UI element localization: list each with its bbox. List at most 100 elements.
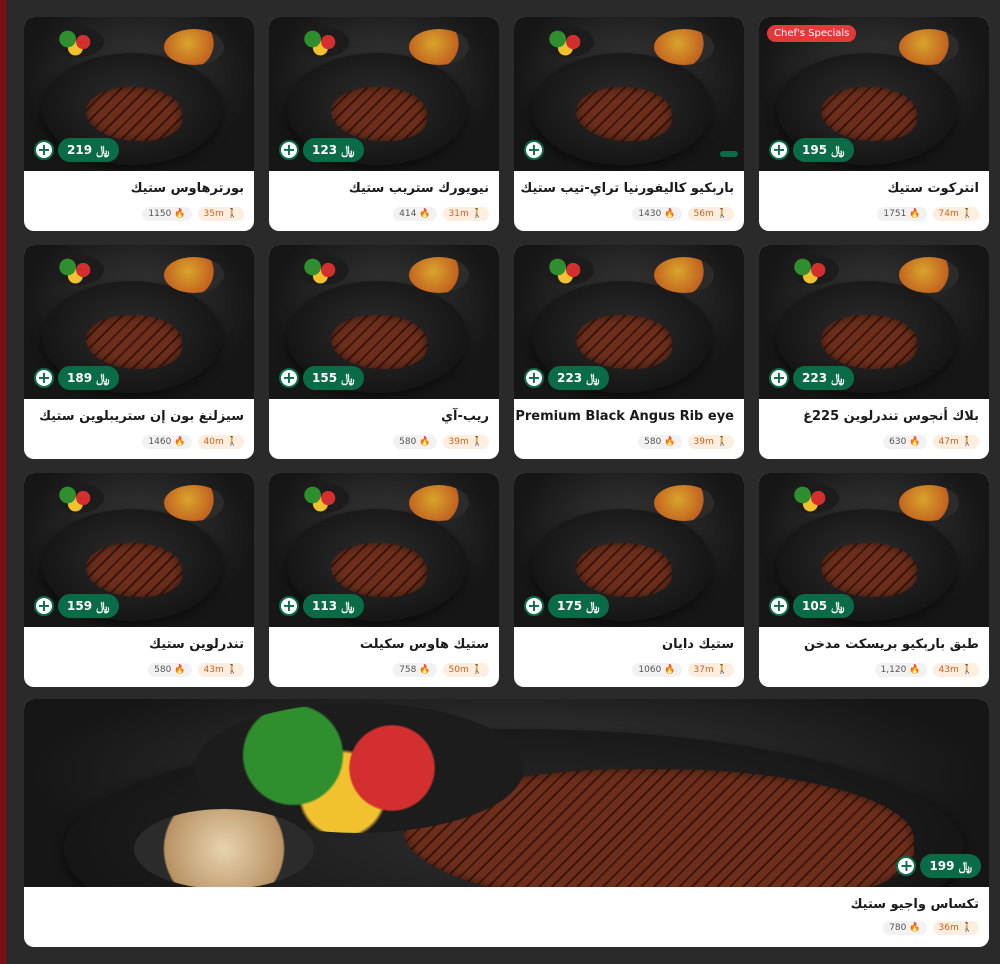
add-button[interactable]: + — [769, 368, 789, 388]
dish-meta: 74m 🚶 1751 🔥 — [877, 207, 979, 221]
price-value: 113 — [312, 599, 338, 613]
currency-icon: ﷼ — [341, 142, 355, 157]
dish-meta: 40m 🚶 1460 🔥 — [142, 435, 244, 449]
add-button[interactable]: + — [279, 368, 299, 388]
calories: 630 — [889, 437, 907, 447]
calories: 1460 — [148, 437, 172, 447]
featured-menu-card[interactable]: + 199 ﷼ تكساس واجيو ستيك 36m 🚶 780 🔥 — [24, 699, 989, 947]
calorie-badge: 580 🔥 — [148, 663, 192, 677]
time-badge: 74m 🚶 — [932, 207, 979, 221]
dish-name: تندرلوين ستيك — [149, 637, 244, 652]
price-badge: + 219 ﷼ — [34, 137, 119, 163]
time-badge: 43m 🚶 — [932, 663, 979, 677]
dish-name: بلاك أنجوس تندرلوين 225غ — [803, 409, 979, 424]
prep-time: 43m — [938, 665, 959, 675]
menu-card[interactable]: + 113 ﷼ ستيك هاوس سكيلت 50m 🚶 758 🔥 — [269, 473, 499, 687]
prep-time: 39m — [448, 437, 469, 447]
menu-card[interactable]: + 123 ﷼ نيويورك ستريب ستيك 31m 🚶 414 🔥 — [269, 17, 499, 231]
image-carousel-indicator[interactable] — [720, 151, 738, 157]
menu-card[interactable]: + 219 ﷼ بورترهاوس ستيك 35m 🚶 1150 🔥 — [24, 17, 254, 231]
menu-card[interactable]: + 223 ﷼ Premium Black Angus Rib eye 39m 🚶… — [514, 245, 744, 459]
price-badge: + 123 ﷼ — [279, 137, 364, 163]
add-button[interactable]: + — [34, 140, 54, 160]
menu-card[interactable]: + 223 ﷼ بلاك أنجوس تندرلوين 225غ 47m 🚶 63… — [759, 245, 989, 459]
add-button[interactable]: + — [34, 596, 54, 616]
currency-icon: ﷼ — [831, 142, 845, 157]
dish-image: + 159 ﷼ — [24, 473, 254, 627]
calories: 780 — [889, 923, 907, 933]
calorie-badge: 414 🔥 — [393, 207, 437, 221]
dish-image: + 223 ﷼ — [514, 245, 744, 399]
prep-time: 35m — [203, 209, 224, 219]
calorie-badge: 1460 🔥 — [142, 435, 192, 449]
price-value: 199 — [929, 859, 955, 873]
dish-name: انتركوت ستيك — [887, 181, 979, 196]
dish-meta: 35m 🚶 1150 🔥 — [142, 207, 244, 221]
add-button[interactable]: + — [769, 140, 789, 160]
dish-meta: 50m 🚶 758 🔥 — [393, 663, 489, 677]
add-button[interactable]: + — [769, 596, 789, 616]
dish-name: ريب-آي — [441, 409, 489, 424]
menu-card[interactable]: + 105 ﷼ طبق باربكيو بريسكت مدخن 43m 🚶 1,1… — [759, 473, 989, 687]
menu-card[interactable]: + 155 ﷼ ريب-آي 39m 🚶 580 🔥 — [269, 245, 499, 459]
dish-name: بورترهاوس ستيك — [130, 181, 244, 196]
price-badge: + 195 ﷼ — [769, 137, 854, 163]
dish-name: ستيك دايان — [661, 637, 734, 652]
menu-card[interactable]: + 189 ﷼ سيزلنغ بون إن ستريبلوين ستيك 40m… — [24, 245, 254, 459]
add-button[interactable]: + — [524, 368, 544, 388]
add-button[interactable]: + — [279, 596, 299, 616]
add-button[interactable]: + — [279, 140, 299, 160]
prep-time: 50m — [448, 665, 469, 675]
walk-icon: 🚶 — [226, 437, 238, 447]
dish-name: Premium Black Angus Rib eye — [515, 409, 734, 424]
dish-image: + 199 ﷼ — [24, 699, 989, 887]
calorie-badge: 1060 🔥 — [632, 663, 682, 677]
calories: 580 — [399, 437, 417, 447]
dish-name: سيزلنغ بون إن ستريبلوين ستيك — [39, 409, 244, 424]
add-button[interactable]: + — [34, 368, 54, 388]
calorie-badge: 1430 🔥 — [632, 207, 682, 221]
walk-icon: 🚶 — [471, 209, 483, 219]
dish-name: نيويورك ستريب ستيك — [348, 181, 489, 196]
price-badge: + 113 ﷼ — [279, 593, 364, 619]
walk-icon: 🚶 — [226, 209, 238, 219]
price-value: 105 — [802, 599, 828, 613]
price-badge: + 159 ﷼ — [34, 593, 119, 619]
menu-card[interactable]: Chef's Specials + 195 ﷼ انتركوت ستيك 74m… — [759, 17, 989, 231]
add-button[interactable]: + — [896, 856, 917, 876]
calories: 758 — [399, 665, 417, 675]
price-badge: + 105 ﷼ — [769, 593, 854, 619]
price-badge: + — [524, 137, 548, 163]
time-badge: 37m 🚶 — [687, 663, 734, 677]
calories: 1060 — [638, 665, 662, 675]
flame-icon: 🔥 — [174, 665, 186, 675]
dish-image: Chef's Specials + 195 ﷼ — [759, 17, 989, 171]
flame-icon: 🔥 — [664, 209, 676, 219]
dish-meta: 56m 🚶 1430 🔥 — [632, 207, 734, 221]
walk-icon: 🚶 — [716, 437, 728, 447]
prep-time: 39m — [693, 437, 714, 447]
dish-meta: 47m 🚶 630 🔥 — [883, 435, 979, 449]
time-badge: 39m 🚶 — [687, 435, 734, 449]
calories: 1430 — [638, 209, 662, 219]
currency-icon: ﷼ — [586, 370, 600, 385]
dish-meta: 31m 🚶 414 🔥 — [393, 207, 489, 221]
currency-icon: ﷼ — [341, 370, 355, 385]
walk-icon: 🚶 — [961, 923, 973, 933]
flame-icon: 🔥 — [909, 665, 921, 675]
menu-card[interactable]: + 175 ﷼ ستيك دايان 37m 🚶 1060 🔥 — [514, 473, 744, 687]
menu-card[interactable]: + 159 ﷼ تندرلوين ستيك 43m 🚶 580 🔥 — [24, 473, 254, 687]
time-badge: 39m 🚶 — [442, 435, 489, 449]
menu-card[interactable]: + باربكيو كاليفورنيا تراي-تيب ستيك 56m 🚶 … — [514, 17, 744, 231]
prep-time: 37m — [693, 665, 714, 675]
add-button[interactable]: + — [524, 140, 544, 160]
calorie-badge: 1,120 🔥 — [874, 663, 927, 677]
time-badge: 36m 🚶 — [932, 921, 979, 935]
time-badge: 47m 🚶 — [932, 435, 979, 449]
add-button[interactable]: + — [524, 596, 544, 616]
prep-time: 43m — [203, 665, 224, 675]
walk-icon: 🚶 — [716, 209, 728, 219]
walk-icon: 🚶 — [716, 665, 728, 675]
price-badge: + 223 ﷼ — [769, 365, 854, 391]
prep-time: 36m — [938, 923, 959, 933]
